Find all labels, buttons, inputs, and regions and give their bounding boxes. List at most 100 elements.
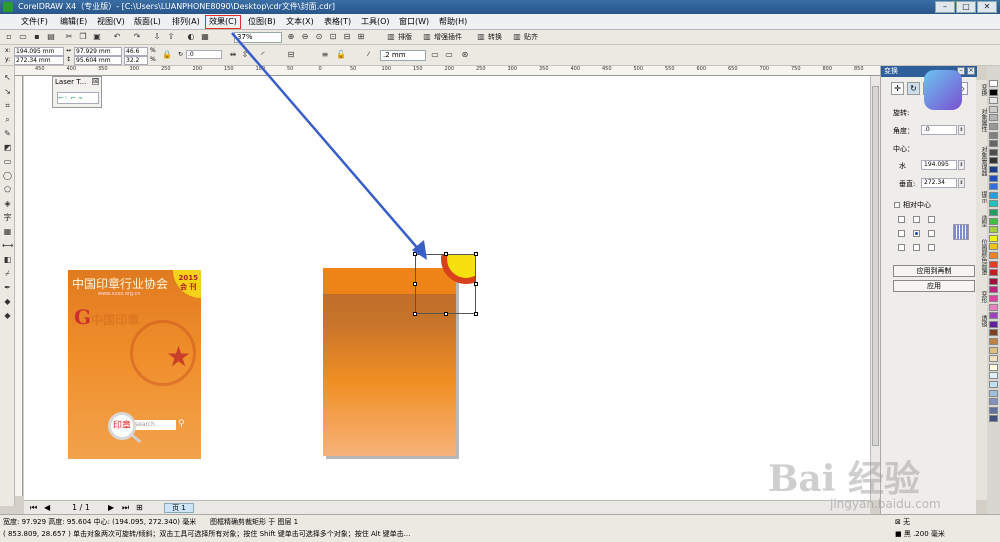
color-swatch[interactable]: [989, 303, 998, 311]
x-position-field[interactable]: 194.095 mm: [14, 47, 64, 56]
docker-tab[interactable]: 对象属性: [976, 108, 987, 132]
color-swatch[interactable]: [989, 277, 998, 285]
shape-tool-icon[interactable]: ↘: [2, 86, 13, 97]
restore-button[interactable]: □: [956, 1, 976, 13]
docker-tab[interactable]: 对象管理器: [976, 146, 987, 176]
color-swatch[interactable]: [989, 338, 998, 345]
zoom-in-icon[interactable]: ⊕: [286, 32, 296, 42]
docker-tab[interactable]: 变换: [976, 84, 987, 96]
print-icon[interactable]: ▤: [46, 32, 56, 42]
menu-item[interactable]: 视图(V): [94, 16, 128, 28]
menu-item[interactable]: 效果(C): [205, 15, 241, 29]
convert-button[interactable]: 转换: [488, 32, 502, 43]
center-y-input[interactable]: 272.34: [921, 178, 957, 188]
menu-item[interactable]: 工具(O): [358, 16, 393, 28]
cover-design-finished[interactable]: 2015 会 刊 中国印章行业协会 www.xxxx.org.cn ★ G中国印章…: [68, 270, 201, 459]
freehand-tool-icon[interactable]: ✎: [2, 128, 13, 139]
zoom-level-combo[interactable]: 37%: [234, 32, 282, 43]
anchor-point[interactable]: [898, 230, 905, 237]
copy-icon[interactable]: ❐: [78, 32, 88, 42]
scale-y-field[interactable]: 32.2: [124, 56, 148, 65]
outline-pen-icon[interactable]: ✒: [2, 282, 13, 293]
smart-fill-icon[interactable]: ◩: [2, 142, 13, 153]
prev-page-icon[interactable]: ◀: [44, 503, 50, 513]
color-swatch[interactable]: [989, 174, 998, 182]
color-swatch[interactable]: [989, 260, 998, 268]
fill-tool-icon[interactable]: ◆: [2, 296, 13, 307]
anchor-point[interactable]: [898, 216, 905, 223]
crop-tool-icon[interactable]: ⌗: [2, 100, 13, 111]
cut-icon[interactable]: ✂: [64, 32, 74, 42]
color-swatch[interactable]: [989, 217, 998, 225]
menu-item[interactable]: 编辑(E): [57, 16, 90, 28]
laser-tools-window[interactable]: Laser T... ☒ ⌐◦ ⌐ ⌁: [52, 76, 102, 108]
wrap-text-icon[interactable]: ≡: [320, 50, 330, 60]
snap-button[interactable]: 贴齐: [524, 32, 538, 43]
selection-handle[interactable]: [474, 312, 478, 316]
menu-item[interactable]: 帮助(H): [436, 16, 470, 28]
color-swatch[interactable]: [989, 97, 998, 105]
color-swatch[interactable]: [989, 131, 998, 139]
color-swatch[interactable]: [989, 398, 998, 406]
minimize-button[interactable]: –: [935, 1, 955, 13]
menu-item[interactable]: 排列(A): [169, 16, 203, 28]
zoom-page-icon[interactable]: ⊡: [328, 32, 338, 42]
new-icon[interactable]: ▫: [4, 32, 14, 42]
apply-button[interactable]: 应用: [893, 280, 975, 292]
angle-field[interactable]: .0: [186, 50, 222, 59]
layout-icon[interactable]: ▥: [386, 32, 396, 42]
docker-tab[interactable]: 提示: [976, 191, 987, 203]
zoom-selected-icon[interactable]: ⊙: [314, 32, 324, 42]
anchor-point[interactable]: [913, 216, 920, 223]
eyedropper-icon[interactable]: ⌿: [2, 268, 13, 279]
export-icon[interactable]: ⇧: [166, 32, 176, 42]
color-swatch[interactable]: [989, 209, 998, 216]
selection-handle[interactable]: [474, 252, 478, 256]
laser-tool-buttons[interactable]: ⌐◦ ⌐ ⌁: [57, 92, 99, 104]
convert-curves-icon[interactable]: ⊛: [460, 50, 470, 60]
color-swatch[interactable]: [989, 312, 998, 320]
anchor-point-selected[interactable]: [913, 230, 920, 237]
color-swatch[interactable]: [989, 406, 998, 414]
text-tool-icon[interactable]: 字: [2, 212, 13, 223]
color-swatch[interactable]: [989, 226, 998, 234]
mirror-h-icon[interactable]: ⇹: [228, 50, 238, 60]
selection-handle[interactable]: [444, 252, 448, 256]
color-swatch[interactable]: [989, 166, 998, 173]
close-button[interactable]: ✕: [977, 1, 997, 13]
docker-tab[interactable]: 位图颜色遮罩: [976, 239, 987, 275]
menu-item[interactable]: 版面(L): [131, 16, 164, 28]
color-swatch[interactable]: [989, 389, 998, 397]
basic-shapes-icon[interactable]: ◈: [2, 198, 13, 209]
add-page-icon[interactable]: ⊞: [136, 503, 143, 513]
position-icon[interactable]: ✛: [891, 82, 904, 95]
relative-center-checkbox[interactable]: [894, 202, 900, 208]
color-swatch[interactable]: [989, 363, 998, 371]
vertical-scroll-thumb[interactable]: [872, 86, 879, 446]
color-swatch[interactable]: [989, 320, 998, 328]
menu-item[interactable]: 文件(F): [18, 16, 51, 28]
pick-tool-icon[interactable]: ↖: [2, 72, 13, 83]
round-corner-icon[interactable]: ◜: [258, 50, 268, 60]
zoom-height-icon[interactable]: ⊞: [356, 32, 366, 42]
color-swatch[interactable]: [989, 355, 998, 363]
interactive-blend-icon[interactable]: ◧: [2, 254, 13, 265]
zoom-out-icon[interactable]: ⊖: [300, 32, 310, 42]
anchor-point[interactable]: [898, 244, 905, 251]
save-icon[interactable]: ▪: [32, 32, 42, 42]
rectangle-tool-icon[interactable]: ▭: [2, 156, 13, 167]
color-swatch[interactable]: [989, 252, 998, 259]
color-swatch[interactable]: [989, 243, 998, 251]
interactive-fill-icon[interactable]: ◆: [2, 310, 13, 321]
anchor-point[interactable]: [928, 244, 935, 251]
anchor-point[interactable]: [928, 230, 935, 237]
color-swatch[interactable]: [989, 183, 998, 191]
page-tab[interactable]: 页 1: [164, 503, 194, 513]
polygon-tool-icon[interactable]: ⬠: [2, 184, 13, 195]
next-page-icon[interactable]: ▶: [108, 503, 114, 513]
last-page-icon[interactable]: ⏭: [122, 503, 129, 513]
plugins-button[interactable]: 增强插件: [434, 32, 462, 43]
color-swatch[interactable]: [989, 80, 998, 87]
zoom-tool-icon[interactable]: ⌕: [2, 114, 13, 125]
color-swatch[interactable]: [989, 381, 998, 388]
